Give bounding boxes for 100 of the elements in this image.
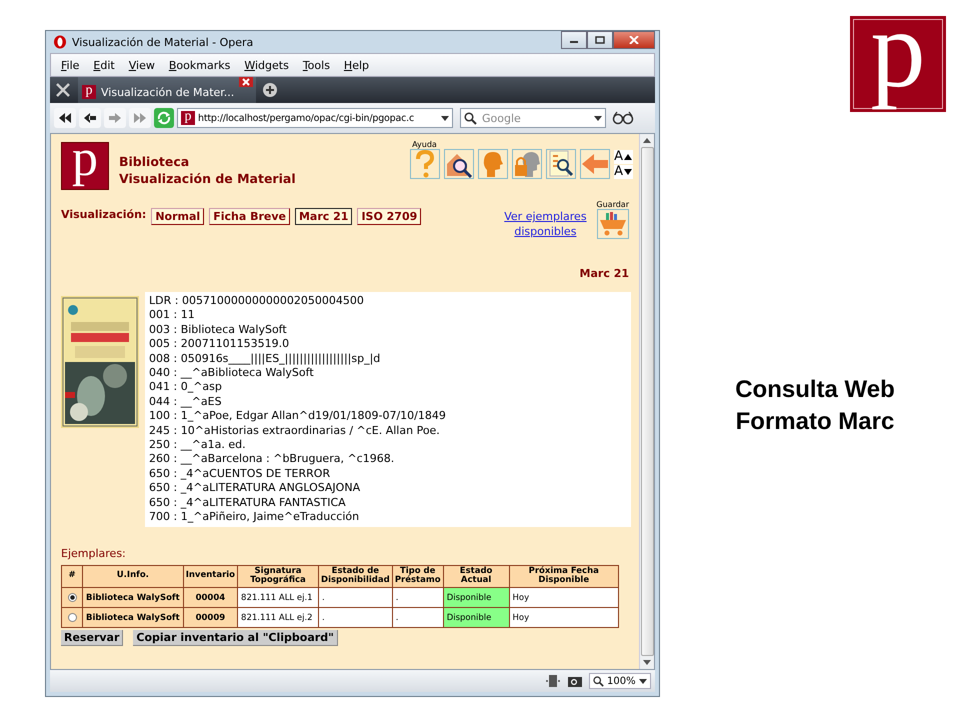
fast-forward-button[interactable] [129, 108, 151, 128]
back-arrow-icon [84, 113, 96, 123]
column-header: Estado Actual [443, 565, 510, 588]
cart-button[interactable] [596, 209, 629, 239]
search-field[interactable]: Google [460, 108, 606, 128]
reload-button[interactable] [154, 108, 174, 128]
radio-button[interactable] [68, 592, 76, 602]
dropdown-icon[interactable] [639, 678, 647, 684]
dropdown-icon[interactable] [594, 116, 602, 121]
table-cell: . [392, 588, 444, 608]
caret-up-icon [624, 154, 632, 160]
slide-caption: Formato Marc [736, 407, 894, 437]
slide-caption: Consulta Web [735, 375, 895, 405]
table-cell: Disponible [443, 608, 510, 628]
column-header: Tipo de Préstamo [392, 565, 444, 588]
menu-item[interactable]: File [55, 58, 88, 72]
marc-field-line: 001 : 11 [149, 308, 196, 323]
search-icon [464, 112, 477, 125]
format-heading: Marc 21 [580, 267, 629, 280]
close-icon [629, 36, 639, 44]
library-logo: p [61, 142, 109, 190]
maximize-button[interactable] [587, 31, 613, 49]
scrollbar[interactable] [639, 134, 654, 669]
table-cell: . [318, 588, 392, 608]
minimize-button[interactable] [561, 31, 587, 49]
rewind-button[interactable] [54, 108, 76, 128]
marc-field-line: 650 : _4^aLITERATURA FANTASTICA [149, 496, 347, 510]
marc-field-line: 650 : _4^aLITERATURA ANGLOSAJONA [149, 481, 362, 496]
close-button[interactable] [613, 31, 655, 49]
table-cell: 00004 [183, 588, 238, 608]
column-header: Próxima Fecha Disponible [509, 565, 618, 588]
marc-field-line: 700 : 1_^aPiñeiro, Jaime^eTraducción [149, 510, 360, 524]
add-tab-icon[interactable] [262, 82, 278, 98]
maximize-icon [595, 36, 605, 44]
zoom-field[interactable]: 100% [589, 673, 651, 689]
opera-logo-icon [53, 35, 67, 49]
tools-icon[interactable] [54, 81, 72, 99]
menu-item[interactable]: Edit [87, 58, 123, 72]
window-title: Visualización de Material - Opera [72, 36, 254, 48]
list-search-button[interactable] [546, 149, 576, 179]
page-title: Biblioteca [119, 154, 190, 169]
address-field[interactable]: p http://localhost/pergamo/opac/cgi-bin/pgopac.c [177, 108, 453, 128]
view-tab[interactable]: Marc 21 [294, 208, 352, 225]
marc-field-line: 250 : __^a1a. ed. [149, 438, 247, 452]
house-search-button[interactable] [444, 149, 474, 179]
marc-field-line: 245 : 10^aHistorias extraordinarias / ^cE. Allan Poe. [149, 424, 441, 438]
view-tab[interactable]: Ficha Breve [209, 208, 290, 225]
font-increase-button[interactable]: A [614, 150, 633, 164]
scroll-down-icon[interactable] [643, 660, 651, 665]
rewind-icon [59, 113, 71, 123]
marc-field-line: 008 : 050916s____||||ES_||||||||||||||||||sp_|d [149, 352, 382, 366]
reload-icon [157, 111, 171, 125]
favicon-icon: p [82, 85, 96, 99]
favicon-icon: p [181, 111, 195, 125]
glasses-icon[interactable] [612, 111, 634, 125]
scroll-up-icon[interactable] [643, 138, 651, 143]
available-copies-link[interactable]: Ver ejemplares disponibles [500, 210, 590, 239]
dropdown-icon[interactable] [441, 116, 449, 120]
column-header: U.Info. [82, 565, 184, 588]
reserve-button[interactable]: Reservar [61, 630, 124, 646]
marc-field-line: 100 : 1_^aPoe, Edgar Allan^d19/01/1809-07/10/1849 [149, 409, 447, 424]
marc-field-line: 260 : __^aBarcelona : ^bBruguera, ^c1968. [149, 452, 396, 467]
menu-item[interactable]: Widgets [238, 58, 297, 72]
caret-down-icon [624, 168, 632, 174]
marc-field-line: LDR : 00571000000000002050004500 [149, 294, 365, 308]
radio-button[interactable] [68, 612, 76, 622]
copies-heading: Ejemplares: [61, 546, 127, 560]
menu-item[interactable]: Bookmarks [162, 58, 238, 72]
menu-item[interactable]: Help [338, 58, 378, 72]
zoom-icon [593, 676, 604, 686]
marc-field-line: 040 : __^aBiblioteca WalySoft [149, 366, 315, 380]
camera-icon[interactable] [567, 674, 583, 688]
device-icon[interactable] [545, 674, 561, 688]
font-decrease-button[interactable]: A [614, 164, 633, 178]
page-title: Visualización de Material [119, 171, 296, 186]
close-tab-icon[interactable] [239, 77, 254, 87]
browser-tab[interactable]: p Visualización de Mater... [78, 77, 256, 103]
menu-item[interactable]: View [122, 58, 163, 72]
column-header: Estado de Disponibilidad [318, 565, 392, 588]
save-label: Guardar [596, 200, 629, 209]
back-button[interactable] [79, 108, 101, 128]
table-cell: 00009 [183, 608, 238, 628]
marc-field-line: 041 : 0_^asp [149, 380, 223, 395]
logo: p [850, 16, 946, 112]
marc-field-line: 005 : 20071101153519.0 [149, 337, 290, 352]
table-cell: Biblioteca WalySoft [82, 608, 184, 628]
table-cell: 821.111 ALL ej.2 [238, 608, 319, 628]
column-header: Inventario [183, 565, 238, 588]
menu-item[interactable]: Tools [296, 58, 338, 72]
marc-field-line: 003 : Biblioteca WalySoft [149, 322, 288, 338]
copy-button[interactable]: Copiar inventario al "Clipboard" [133, 630, 338, 646]
marc-field-line: 044 : __^aES [149, 394, 223, 410]
table-cell: Hoy [509, 608, 618, 628]
table-cell: . [318, 608, 392, 628]
table-cell: Hoy [509, 588, 618, 608]
view-tab[interactable]: Normal [151, 208, 204, 225]
table-cell: Disponible [443, 588, 510, 608]
table-cell: Biblioteca WalySoft [82, 588, 184, 608]
forward-arrow-icon [109, 113, 121, 123]
view-tab[interactable]: ISO 2709 [357, 208, 422, 225]
